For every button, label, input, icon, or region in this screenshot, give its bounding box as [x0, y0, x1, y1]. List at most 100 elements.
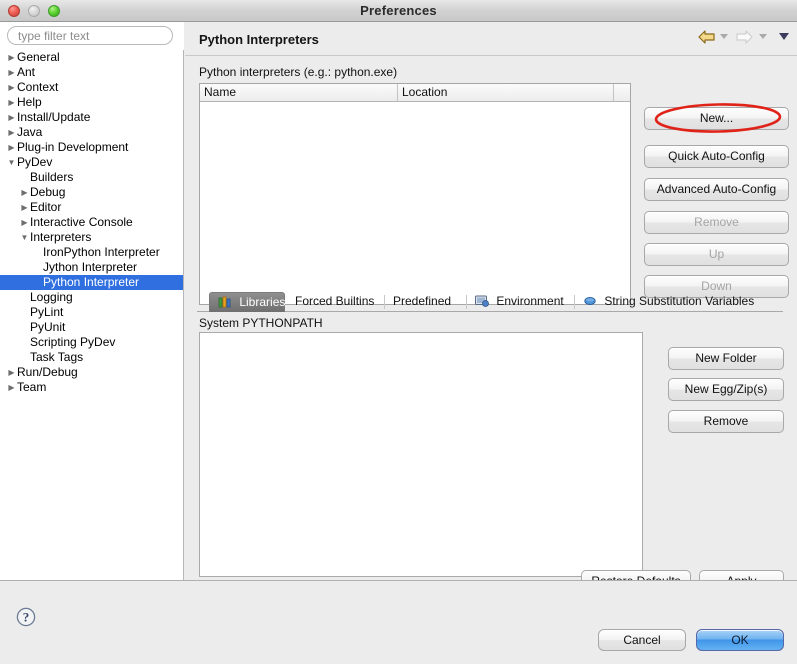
- preferences-window: Preferences ▶General▶Ant▶Context▶Help▶In…: [0, 0, 797, 664]
- svg-text:?: ?: [23, 610, 30, 625]
- chevron-down-icon[interactable]: ▼: [6, 155, 17, 170]
- sidebar-item-help[interactable]: ▶Help: [0, 95, 183, 110]
- tree-spacer: [19, 290, 30, 305]
- sidebar-item-label: Plug-in Development: [17, 140, 128, 154]
- chevron-right-icon[interactable]: ▶: [6, 80, 17, 95]
- tree-spacer: [19, 335, 30, 350]
- ok-button[interactable]: OK: [696, 629, 784, 651]
- window-title: Preferences: [0, 3, 797, 18]
- sidebar-item-label: Python Interpreter: [43, 275, 139, 289]
- sidebar-item-pyunit[interactable]: PyUnit: [0, 320, 183, 335]
- sidebar-item-label: Ant: [17, 65, 35, 79]
- tree-spacer: [32, 260, 43, 275]
- tab-predefined-label: Predefined: [393, 294, 451, 308]
- sidebar-item-logging[interactable]: Logging: [0, 290, 183, 305]
- chevron-right-icon[interactable]: ▶: [6, 125, 17, 140]
- sidebar-item-general[interactable]: ▶General: [0, 50, 183, 65]
- page-title: Python Interpreters: [199, 32, 319, 47]
- pythonpath-label: System PYTHONPATH: [199, 316, 323, 330]
- sidebar-item-pylint[interactable]: PyLint: [0, 305, 183, 320]
- interpreters-table-body[interactable]: [200, 102, 630, 304]
- sidebar-item-debug[interactable]: ▶Debug: [0, 185, 183, 200]
- interpreters-table[interactable]: Name Location: [199, 83, 631, 305]
- tree-spacer: [32, 275, 43, 290]
- sidebar-item-label: Interactive Console: [30, 215, 133, 229]
- sidebar-item-run-debug[interactable]: ▶Run/Debug: [0, 365, 183, 380]
- new-egg-zip-button[interactable]: New Egg/Zip(s): [668, 378, 784, 401]
- back-dropdown-caret-icon[interactable]: [720, 34, 728, 39]
- dialog-footer: ?: [0, 581, 797, 664]
- sidebar-item-label: Context: [17, 80, 58, 94]
- forward-dropdown-caret-icon[interactable]: [759, 34, 767, 39]
- chevron-right-icon[interactable]: ▶: [19, 200, 30, 215]
- sidebar-item-label: PyUnit: [30, 320, 65, 334]
- pythonpath-list[interactable]: [199, 332, 643, 577]
- tab-string-substitution-variables[interactable]: String Substitution Variables: [575, 292, 753, 312]
- navigation-icons: [698, 29, 789, 47]
- sidebar-item-builders[interactable]: Builders: [0, 170, 183, 185]
- tab-environment-label: Environment: [496, 294, 563, 308]
- new-folder-button[interactable]: New Folder: [668, 347, 784, 370]
- chevron-right-icon[interactable]: ▶: [19, 185, 30, 200]
- sidebar-item-plug-in-development[interactable]: ▶Plug-in Development: [0, 140, 183, 155]
- sidebar-item-pydev[interactable]: ▼PyDev: [0, 155, 183, 170]
- tab-predefined[interactable]: Predefined: [385, 292, 467, 312]
- cancel-button[interactable]: Cancel: [598, 629, 686, 651]
- sidebar-item-label: Debug: [30, 185, 65, 199]
- sidebar-item-java[interactable]: ▶Java: [0, 125, 183, 140]
- sidebar-item-jython-interpreter[interactable]: Jython Interpreter: [0, 260, 183, 275]
- tree-spacer: [19, 170, 30, 185]
- chevron-right-icon[interactable]: ▶: [6, 365, 17, 380]
- sidebar-item-label: Help: [17, 95, 42, 109]
- advanced-auto-config-button[interactable]: Advanced Auto-Config: [644, 178, 789, 201]
- sidebar-item-scripting-pydev[interactable]: Scripting PyDev: [0, 335, 183, 350]
- sidebar-item-label: Team: [17, 380, 46, 394]
- back-arrow-icon[interactable]: [698, 30, 715, 44]
- move-up-button: Up: [644, 243, 789, 266]
- new-interpreter-button[interactable]: New...: [644, 107, 789, 130]
- column-header-location[interactable]: Location: [398, 84, 614, 101]
- interpreters-label: Python interpreters (e.g.: python.exe): [199, 65, 397, 79]
- sidebar-item-ant[interactable]: ▶Ant: [0, 65, 183, 80]
- sidebar-item-label: Interpreters: [30, 230, 91, 244]
- sidebar-item-label: Scripting PyDev: [30, 335, 115, 349]
- sidebar-item-python-interpreter[interactable]: Python Interpreter: [0, 275, 183, 290]
- books-icon: [218, 295, 232, 307]
- settings-tabs: Libraries Forced Builtins Predefined: [197, 292, 783, 312]
- chevron-right-icon[interactable]: ▶: [19, 215, 30, 230]
- sidebar-item-context[interactable]: ▶Context: [0, 80, 183, 95]
- preferences-content: Python Interpreters Python interpreters …: [185, 22, 797, 602]
- sidebar-item-ironpython-interpreter[interactable]: IronPython Interpreter: [0, 245, 183, 260]
- tab-environment[interactable]: Environment: [467, 292, 575, 312]
- column-header-filler: [614, 84, 630, 101]
- forward-arrow-icon: [736, 30, 753, 44]
- chevron-down-icon[interactable]: ▼: [19, 230, 30, 245]
- chevron-right-icon[interactable]: ▶: [6, 140, 17, 155]
- quick-auto-config-button[interactable]: Quick Auto-Config: [644, 145, 789, 168]
- chevron-right-icon[interactable]: ▶: [6, 50, 17, 65]
- column-header-name[interactable]: Name: [200, 84, 398, 101]
- chevron-right-icon[interactable]: ▶: [6, 380, 17, 395]
- remove-path-button[interactable]: Remove: [668, 410, 784, 433]
- sidebar-item-label: General: [17, 50, 60, 64]
- window-titlebar: Preferences: [0, 0, 797, 22]
- tab-string-substitution-variables-label: String Substitution Variables: [604, 294, 754, 308]
- tab-libraries[interactable]: Libraries: [209, 292, 285, 312]
- sidebar-item-interpreters[interactable]: ▼Interpreters: [0, 230, 183, 245]
- chevron-right-icon[interactable]: ▶: [6, 110, 17, 125]
- filter-input[interactable]: [7, 26, 173, 45]
- preferences-tree[interactable]: ▶General▶Ant▶Context▶Help▶Install/Update…: [0, 50, 183, 620]
- help-icon[interactable]: ?: [16, 607, 36, 627]
- view-menu-caret-icon[interactable]: [779, 33, 789, 40]
- sphere-icon: [583, 294, 597, 306]
- sidebar-item-editor[interactable]: ▶Editor: [0, 200, 183, 215]
- chevron-right-icon[interactable]: ▶: [6, 95, 17, 110]
- sidebar-item-label: IronPython Interpreter: [43, 245, 160, 259]
- sidebar-item-install-update[interactable]: ▶Install/Update: [0, 110, 183, 125]
- sidebar-item-interactive-console[interactable]: ▶Interactive Console: [0, 215, 183, 230]
- sidebar-item-team[interactable]: ▶Team: [0, 380, 183, 395]
- sidebar-item-task-tags[interactable]: Task Tags: [0, 350, 183, 365]
- chevron-right-icon[interactable]: ▶: [6, 65, 17, 80]
- tree-spacer: [32, 245, 43, 260]
- tab-forced-builtins[interactable]: Forced Builtins: [287, 292, 385, 312]
